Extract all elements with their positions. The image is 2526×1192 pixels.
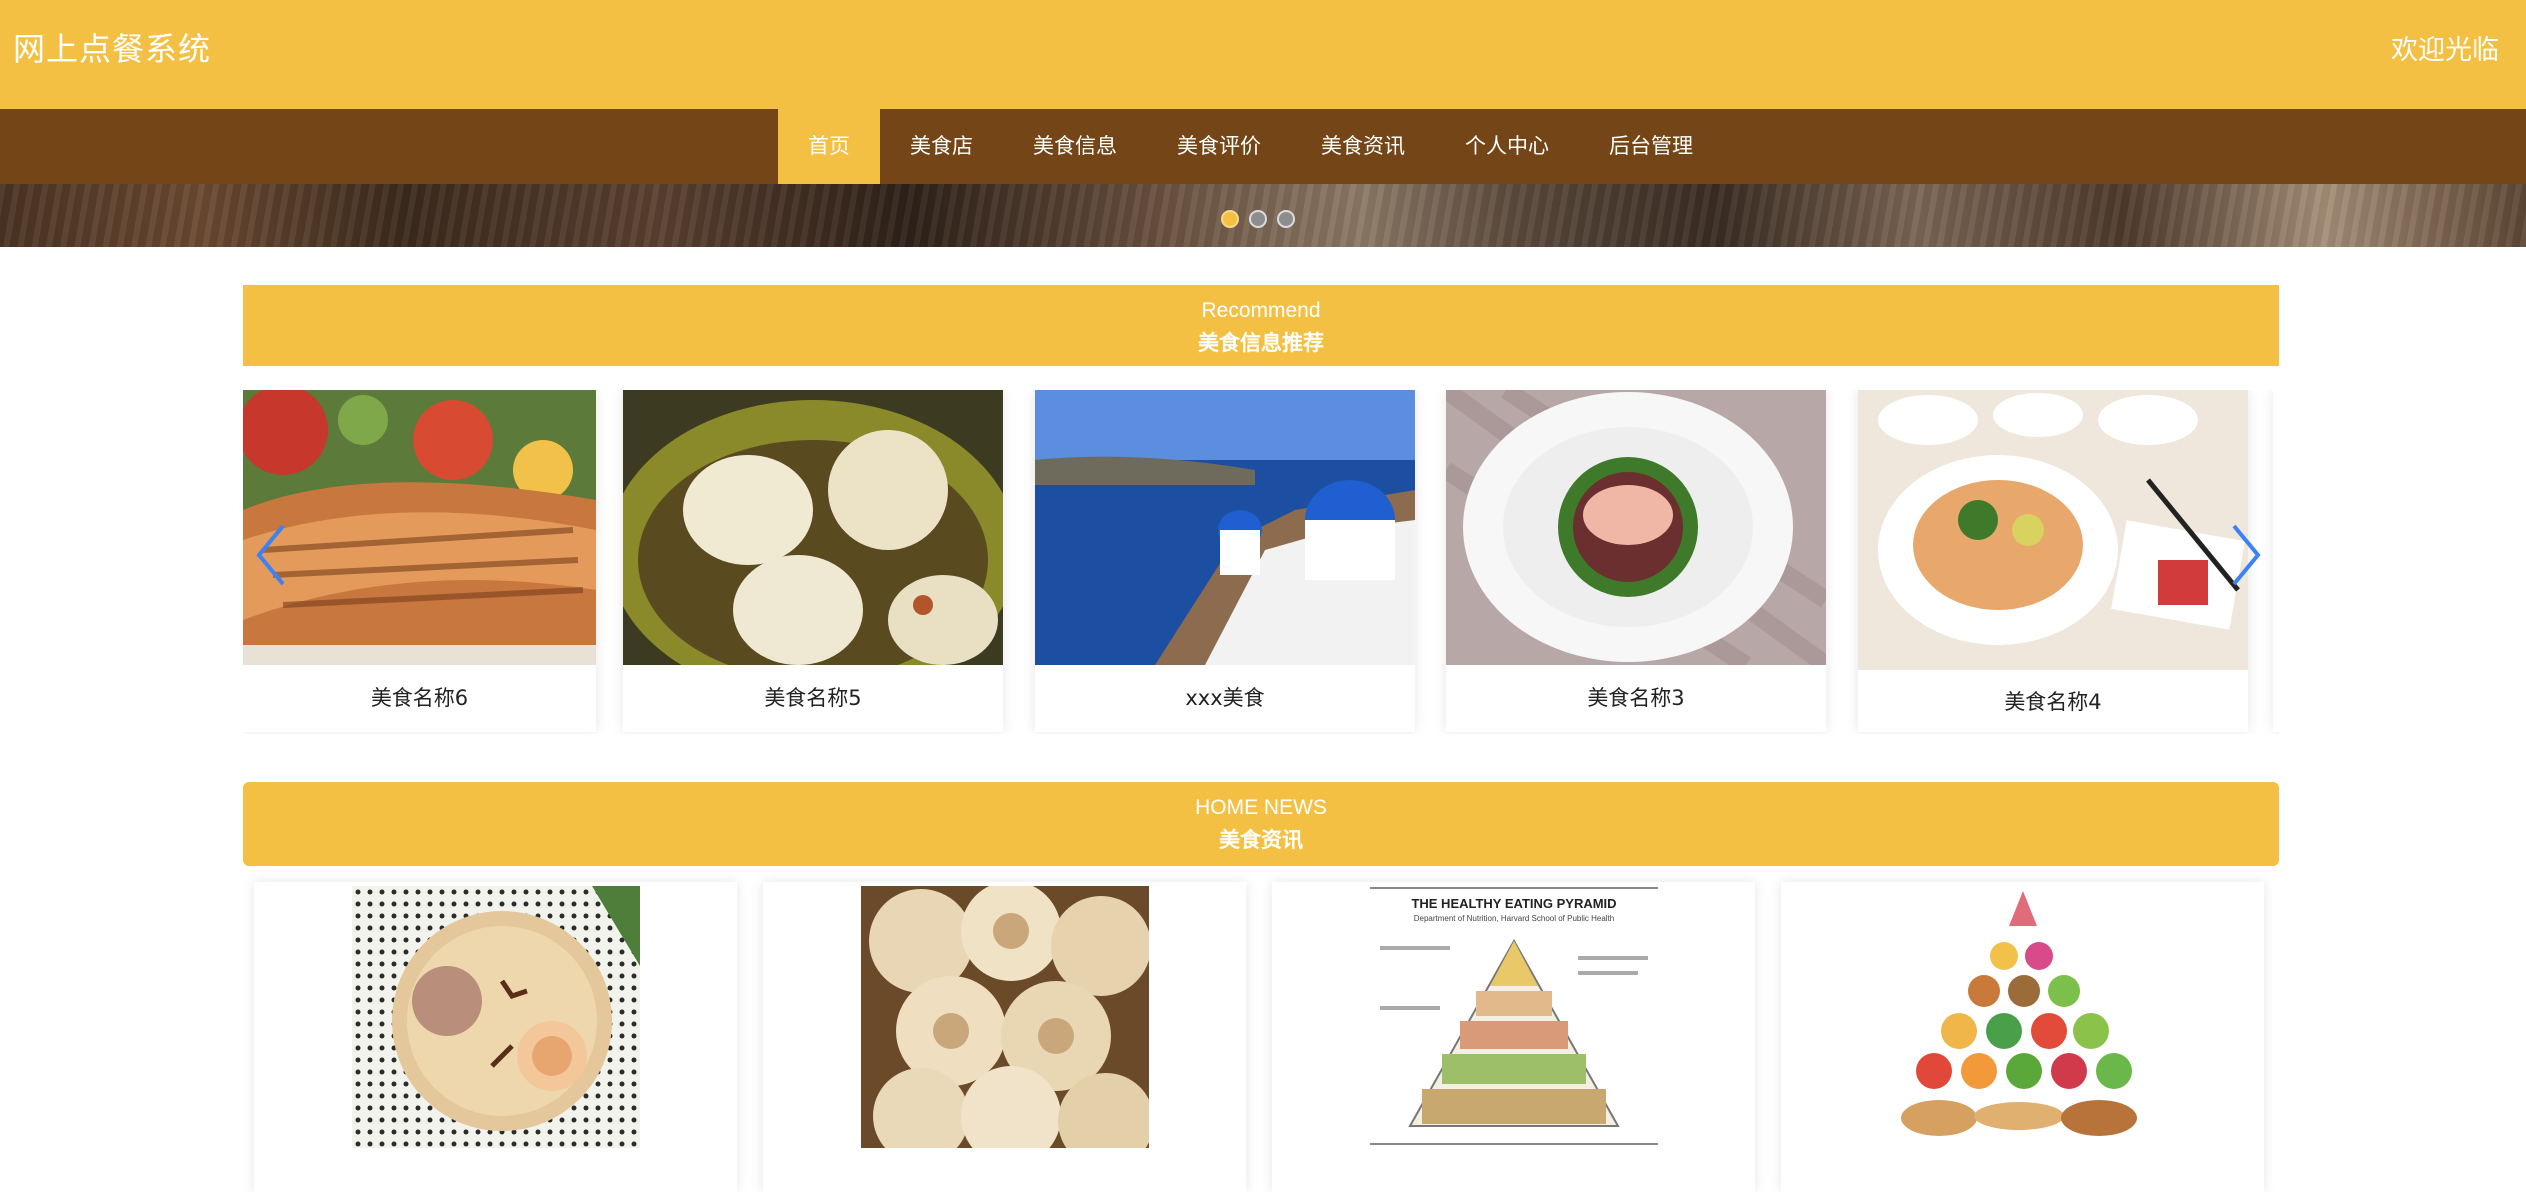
food-name[interactable]: 美食名称3 <box>1446 682 1826 712</box>
recommend-title-en: Recommend <box>1201 299 1321 322</box>
top-header: 网上点餐系统 欢迎光临 <box>0 0 2526 109</box>
food-image-salmon[interactable] <box>243 390 596 665</box>
news-card[interactable] <box>254 882 737 1192</box>
food-name[interactable]: 美食名称6 <box>243 682 596 712</box>
news-title-cn: 美食资讯 <box>1219 828 1303 852</box>
food-card[interactable]: xxx美食 <box>1035 390 1415 732</box>
food-card[interactable]: 美食名称3 <box>1446 390 1826 732</box>
nav-item-food-reviews[interactable]: 美食评价 <box>1147 109 1291 184</box>
nav-item-home[interactable]: 首页 <box>778 109 880 184</box>
poster-title: THE HEALTHY EATING PYRAMID <box>1411 896 1617 911</box>
nav-item-admin[interactable]: 后台管理 <box>1579 109 1723 184</box>
news-image-healthy-pyramid[interactable]: THE HEALTHY EATING PYRAMID Department of… <box>1370 886 1658 1148</box>
poster-subtitle: Department of Nutrition, Harvard School … <box>1413 914 1615 923</box>
banner-dot-3[interactable] <box>1277 210 1295 228</box>
recommend-carousel: 美食名称6 美食名称5 xxx美食 美食名称3 美食名称4 <box>243 390 2279 734</box>
nav-item-food-info[interactable]: 美食信息 <box>1003 109 1147 184</box>
news-section-header: HOME NEWS 美食资讯 <box>243 782 2279 866</box>
food-card[interactable]: 美食名称5 <box>623 390 1003 732</box>
food-image-dumplings[interactable] <box>623 390 1003 665</box>
recommend-title-cn: 美食信息推荐 <box>1198 331 1324 355</box>
main-nav: 首页 美食店 美食信息 美食评价 美食资讯 个人中心 后台管理 <box>0 109 2526 184</box>
banner-dot-1[interactable] <box>1221 210 1239 228</box>
carousel-prev-arrow-icon[interactable] <box>251 520 291 590</box>
banner-dot-2[interactable] <box>1249 210 1267 228</box>
news-title-en: HOME NEWS <box>1195 796 1327 819</box>
site-title: 网上点餐系统 <box>13 30 212 68</box>
banner-dots <box>1221 210 1295 228</box>
food-name[interactable]: 美食名称5 <box>623 682 1003 712</box>
nav-item-food-news[interactable]: 美食资讯 <box>1291 109 1435 184</box>
recommend-section-header: Recommend 美食信息推荐 <box>243 285 2279 366</box>
news-card[interactable] <box>763 882 1246 1192</box>
nav-list: 首页 美食店 美食信息 美食评价 美食资讯 个人中心 后台管理 <box>778 109 1723 184</box>
news-image-bread[interactable] <box>861 886 1149 1148</box>
food-image-noodle-set[interactable] <box>1858 390 2248 670</box>
food-card-partial[interactable] <box>2273 390 2279 732</box>
food-name[interactable]: 美食名称4 <box>1858 686 2248 716</box>
hero-banner[interactable] <box>0 184 2526 247</box>
news-card[interactable] <box>1781 882 2264 1192</box>
food-card[interactable]: 美食名称4 <box>1858 390 2248 732</box>
food-image-fish-dish[interactable] <box>1446 390 1826 665</box>
food-card[interactable]: 美食名称6 <box>243 390 596 732</box>
news-image-food-pyramid[interactable] <box>1879 886 2167 1148</box>
welcome-text: 欢迎光临 <box>2391 35 2499 66</box>
food-name[interactable]: xxx美食 <box>1035 682 1415 712</box>
news-card[interactable]: THE HEALTHY EATING PYRAMID Department of… <box>1272 882 1755 1192</box>
news-image-dessert[interactable] <box>352 886 640 1148</box>
nav-item-restaurants[interactable]: 美食店 <box>880 109 1003 184</box>
nav-item-user-center[interactable]: 个人中心 <box>1435 109 1579 184</box>
food-image-santorini[interactable] <box>1035 390 1415 665</box>
carousel-next-arrow-icon[interactable] <box>2226 520 2266 590</box>
